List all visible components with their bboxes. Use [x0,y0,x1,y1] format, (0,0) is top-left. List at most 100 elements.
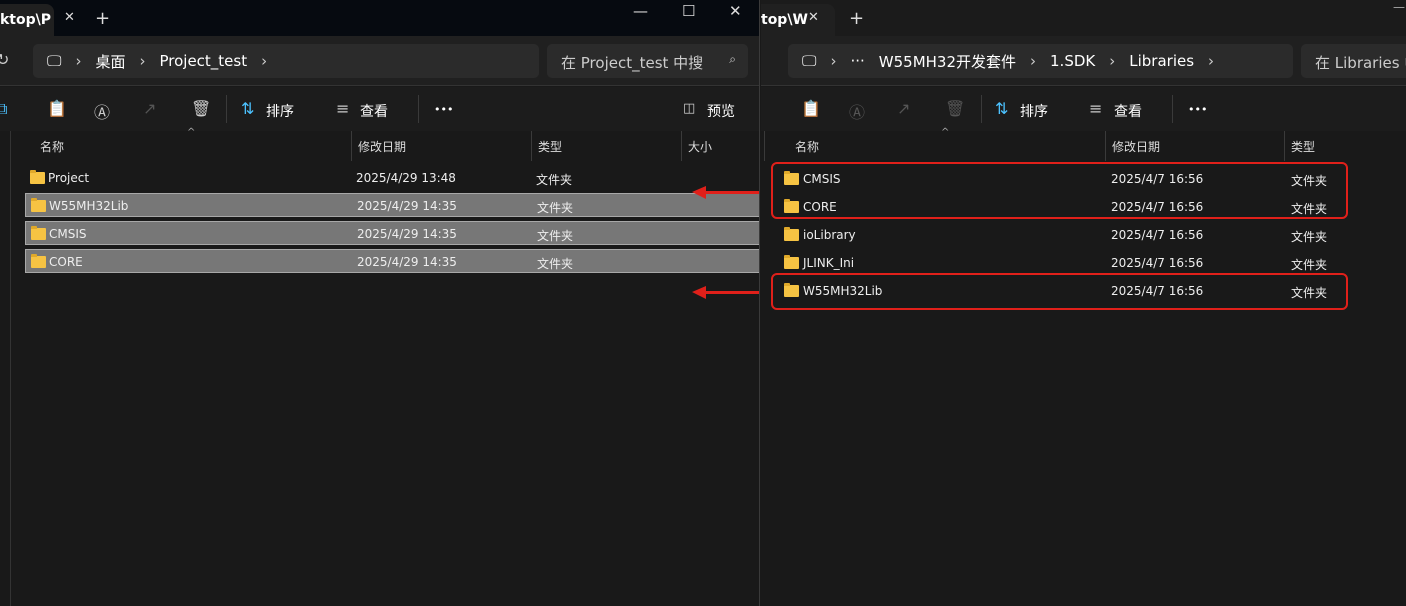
breadcrumb-item[interactable]: Project_test [159,52,247,70]
search-icon: ⌕ [729,52,736,66]
tab-strip: ktop\P ✕ + — ☐ ✕ [0,0,759,36]
search-input[interactable]: 在 Project_test 中搜 ⌕ [547,44,748,78]
search-placeholder: 在 Libraries 中 [1315,54,1406,72]
search-input[interactable]: 在 Libraries 中 [1301,44,1406,78]
folder-icon [30,170,45,184]
breadcrumb-item[interactable]: W55MH32开发套件 [879,51,1016,72]
file-row[interactable]: ioLibrary 2025/4/7 16:56 文件夹 [779,223,1399,247]
tab-active[interactable]: ktop\P [0,4,54,36]
address-bar[interactable]: 🖵 › ··· W55MH32开发套件 › 1.SDK › Libraries › [788,44,1293,78]
chevron-right-icon: › [75,52,82,70]
column-date[interactable]: 修改日期 [351,131,531,161]
red-arrow-annotation [692,286,759,299]
breadcrumb-item[interactable]: 桌面 [95,51,125,72]
folder-icon [784,255,799,269]
share-icon[interactable]: ↗ [143,99,156,118]
file-date: 2025/4/29 13:48 [356,171,456,185]
folder-icon [784,227,799,241]
more-button[interactable]: ••• [434,103,453,116]
sort-ascending-icon: ^ [187,127,196,138]
delete-icon[interactable]: 🗑 [191,99,211,118]
more-button[interactable]: ••• [1188,103,1207,116]
file-name: Project [48,171,90,185]
file-row-selected[interactable]: CMSIS 2025/4/29 14:35 文件夹 [25,221,759,245]
chevron-right-icon: › [261,52,268,70]
rename-icon[interactable]: Ⓐ [849,99,865,123]
tab-active[interactable]: top\W [761,4,835,36]
file-date: 2025/4/29 14:35 [357,227,457,241]
column-date[interactable]: 修改日期 [1105,131,1285,161]
chevron-right-icon: › [1208,52,1215,70]
file-type: 文件夹 [536,173,573,187]
file-type: 文件夹 [1291,230,1328,244]
file-date: 2025/4/7 16:56 [1111,228,1204,242]
delete-icon[interactable]: 🗑 [945,99,965,118]
breadcrumb-item[interactable]: 1.SDK [1050,52,1095,70]
file-name: JLINK_Ini [803,256,855,270]
file-name: CMSIS [49,227,87,241]
address-bar[interactable]: 🖵 › 桌面 › Project_test › [33,44,539,78]
nav-pane-divider [10,131,11,606]
column-name[interactable]: 名称 [764,131,1109,161]
view-icon: ≡ [1089,99,1103,118]
rename-icon[interactable]: Ⓐ [94,99,110,123]
computer-icon: 🖵 [802,52,817,70]
sort-icon: ⇅ [241,99,255,118]
column-header: 名称 修改日期 类型 大小 ^ [0,127,759,161]
new-tab-button[interactable]: + [849,8,864,29]
file-row[interactable]: Project 2025/4/29 13:48 文件夹 [25,166,759,190]
file-row[interactable]: JLINK_Ini 2025/4/7 16:56 文件夹 [779,251,1399,275]
close-button[interactable]: ✕ [729,2,742,20]
new-tab-button[interactable]: + [95,8,110,29]
command-bar: ⧉ 📋 Ⓐ ↗ 🗑 ⇅ 排序 ≡ 查看 ••• ◫ 预览 [0,87,759,131]
file-name: ioLibrary [803,228,856,242]
copy-icon[interactable]: ⧉ [0,99,7,119]
file-type: 文件夹 [1291,258,1328,272]
sort-button[interactable]: 排序 [266,101,294,121]
paste-icon[interactable]: 📋 [801,99,821,118]
share-icon[interactable]: ↗ [897,99,910,118]
column-type[interactable]: 类型 [1284,131,1406,161]
right-explorer-window: top\W ✕ + 🖵 › ··· W55MH32开发套件 › 1.SDK › Lib… [761,0,1406,606]
tab-title: ktop\P [0,12,52,28]
maximize-button[interactable]: ☐ [682,2,695,20]
divider [981,95,982,123]
view-button[interactable]: 查看 [1114,101,1142,121]
divider [418,95,419,123]
address-row: 🖵 › ··· W55MH32开发套件 › 1.SDK › Libraries › 在 … [761,36,1406,86]
divider [226,95,227,123]
chevron-right-icon: › [830,52,837,70]
file-row-selected[interactable]: W55MH32Lib 2025/4/29 14:35 文件夹 [25,193,759,217]
column-header: 名称 修改日期 类型 ^ [761,127,1406,161]
view-button[interactable]: 查看 [360,101,388,121]
minimize-button[interactable]: — [633,2,648,20]
minimize-button[interactable]: — [1393,0,1405,14]
red-highlight-box [771,162,1348,219]
paste-icon[interactable]: 📋 [47,99,67,118]
tab-close-icon[interactable]: ✕ [808,10,819,25]
breadcrumb-item[interactable]: Libraries [1129,52,1194,70]
sort-button[interactable]: 排序 [1020,101,1048,121]
column-name[interactable]: 名称 [21,131,351,161]
divider [1172,95,1173,123]
column-size[interactable]: 大小 [681,131,759,161]
chevron-right-icon: › [139,52,146,70]
file-name: CORE [49,255,83,269]
tab-strip: top\W ✕ + [761,0,1406,36]
chevron-right-icon: › [1109,52,1116,70]
red-arrow-annotation [692,186,759,199]
preview-button[interactable]: 预览 [707,101,735,121]
red-highlight-box [771,273,1348,310]
file-date: 2025/4/29 14:35 [357,199,457,213]
column-type[interactable]: 类型 [531,131,681,161]
file-type: 文件夹 [537,257,574,271]
folder-icon [31,254,46,268]
tab-close-icon[interactable]: ✕ [64,10,75,25]
refresh-icon[interactable]: ↻ [0,50,9,69]
file-row-selected[interactable]: CORE 2025/4/29 14:35 文件夹 [25,249,759,273]
search-placeholder: 在 Project_test 中搜 [561,54,704,72]
tab-title: top\W [761,12,808,28]
breadcrumb-overflow[interactable]: ··· [850,52,864,70]
file-type: 文件夹 [537,201,574,215]
computer-icon: 🖵 [47,52,62,70]
